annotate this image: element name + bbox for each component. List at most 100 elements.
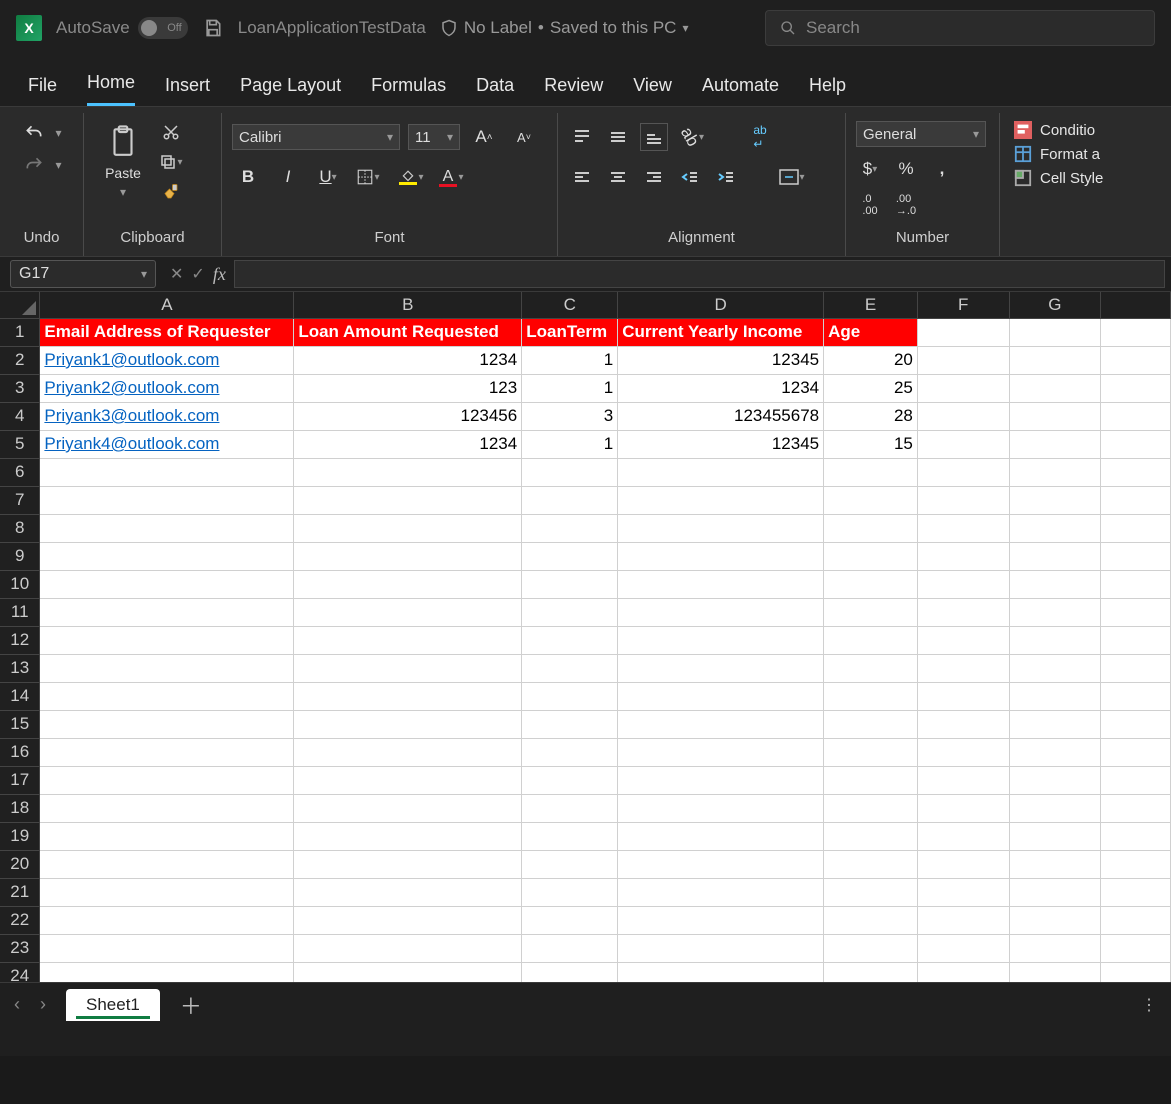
row-header-4[interactable]: 4 bbox=[0, 402, 40, 430]
cell-A21[interactable] bbox=[40, 878, 294, 906]
cell-C7[interactable] bbox=[522, 486, 618, 514]
cell-D13[interactable] bbox=[618, 654, 824, 682]
cell-A19[interactable] bbox=[40, 822, 294, 850]
align-left-button[interactable] bbox=[568, 163, 596, 191]
cell-C23[interactable] bbox=[522, 934, 618, 962]
cell-G7[interactable] bbox=[1009, 486, 1101, 514]
comma-format-button[interactable]: , bbox=[928, 155, 956, 183]
cell-D17[interactable] bbox=[618, 766, 824, 794]
percent-format-button[interactable]: % bbox=[892, 155, 920, 183]
name-box[interactable]: G17 ▾ bbox=[10, 260, 156, 288]
cell-A22[interactable] bbox=[40, 906, 294, 934]
cell-E10[interactable] bbox=[824, 570, 918, 598]
merge-center-button[interactable]: ▾ bbox=[776, 163, 808, 191]
cell-C14[interactable] bbox=[522, 682, 618, 710]
cell-B9[interactable] bbox=[294, 542, 522, 570]
cell-A15[interactable] bbox=[40, 710, 294, 738]
cell-C19[interactable] bbox=[522, 822, 618, 850]
cell-C5[interactable]: 1 bbox=[522, 430, 618, 458]
cell-B8[interactable] bbox=[294, 514, 522, 542]
cell-C17[interactable] bbox=[522, 766, 618, 794]
cell-B12[interactable] bbox=[294, 626, 522, 654]
cell-G14[interactable] bbox=[1009, 682, 1101, 710]
align-bottom-button[interactable] bbox=[640, 123, 668, 151]
cell-E1[interactable]: Age bbox=[824, 318, 918, 346]
cell-A5[interactable]: Priyank4@outlook.com bbox=[40, 430, 294, 458]
accounting-format-button[interactable]: $▾ bbox=[856, 155, 884, 183]
row-header-18[interactable]: 18 bbox=[0, 794, 40, 822]
autosave-control[interactable]: AutoSave Off bbox=[56, 17, 188, 39]
cell-F14[interactable] bbox=[917, 682, 1009, 710]
increase-decimal-button[interactable]: .0.00 bbox=[856, 191, 884, 219]
cell-B24[interactable] bbox=[294, 962, 522, 982]
cell-D2[interactable]: 12345 bbox=[618, 346, 824, 374]
cell-A10[interactable] bbox=[40, 570, 294, 598]
cell-D18[interactable] bbox=[618, 794, 824, 822]
fill-color-button[interactable]: ▾ bbox=[392, 163, 424, 191]
add-sheet-button[interactable]: ＋ bbox=[180, 989, 202, 1021]
col-header-F[interactable]: F bbox=[917, 292, 1009, 318]
cell-G11[interactable] bbox=[1009, 598, 1101, 626]
cell-C1[interactable]: LoanTerm bbox=[522, 318, 618, 346]
chevron-down-icon[interactable]: ▾ bbox=[682, 21, 688, 35]
cell-E11[interactable] bbox=[824, 598, 918, 626]
cell-H20[interactable] bbox=[1101, 850, 1171, 878]
align-top-button[interactable] bbox=[568, 123, 596, 151]
cell-G21[interactable] bbox=[1009, 878, 1101, 906]
cell-A17[interactable] bbox=[40, 766, 294, 794]
sheet-tab-active[interactable]: Sheet1 bbox=[66, 989, 160, 1021]
cell-H15[interactable] bbox=[1101, 710, 1171, 738]
cell-E21[interactable] bbox=[824, 878, 918, 906]
cell-G24[interactable] bbox=[1009, 962, 1101, 982]
cell-E4[interactable]: 28 bbox=[824, 402, 918, 430]
col-header-B[interactable]: B bbox=[294, 292, 522, 318]
cell-E22[interactable] bbox=[824, 906, 918, 934]
cell-G5[interactable] bbox=[1009, 430, 1101, 458]
row-header-3[interactable]: 3 bbox=[0, 374, 40, 402]
cell-D21[interactable] bbox=[618, 878, 824, 906]
cell-C22[interactable] bbox=[522, 906, 618, 934]
cell-C18[interactable] bbox=[522, 794, 618, 822]
cell-E2[interactable]: 20 bbox=[824, 346, 918, 374]
cell-A24[interactable] bbox=[40, 962, 294, 982]
cell-A8[interactable] bbox=[40, 514, 294, 542]
cell-G9[interactable] bbox=[1009, 542, 1101, 570]
cell-A7[interactable] bbox=[40, 486, 294, 514]
cell-E9[interactable] bbox=[824, 542, 918, 570]
cell-H24[interactable] bbox=[1101, 962, 1171, 982]
cell-D10[interactable] bbox=[618, 570, 824, 598]
cell-F21[interactable] bbox=[917, 878, 1009, 906]
cell-E12[interactable] bbox=[824, 626, 918, 654]
cell-E16[interactable] bbox=[824, 738, 918, 766]
col-header-extra[interactable] bbox=[1101, 292, 1171, 318]
cell-B15[interactable] bbox=[294, 710, 522, 738]
cell-G22[interactable] bbox=[1009, 906, 1101, 934]
cell-F22[interactable] bbox=[917, 906, 1009, 934]
row-header-12[interactable]: 12 bbox=[0, 626, 40, 654]
increase-indent-button[interactable] bbox=[712, 163, 740, 191]
cell-H13[interactable] bbox=[1101, 654, 1171, 682]
cell-D24[interactable] bbox=[618, 962, 824, 982]
cell-C16[interactable] bbox=[522, 738, 618, 766]
cell-D9[interactable] bbox=[618, 542, 824, 570]
row-header-19[interactable]: 19 bbox=[0, 822, 40, 850]
cell-styles-button[interactable]: Cell Style bbox=[1014, 169, 1157, 187]
number-format-select[interactable]: General▾ bbox=[856, 121, 986, 147]
cell-E6[interactable] bbox=[824, 458, 918, 486]
row-header-24[interactable]: 24 bbox=[0, 962, 40, 982]
cell-E18[interactable] bbox=[824, 794, 918, 822]
row-header-17[interactable]: 17 bbox=[0, 766, 40, 794]
cell-G15[interactable] bbox=[1009, 710, 1101, 738]
cell-F10[interactable] bbox=[917, 570, 1009, 598]
cell-E23[interactable] bbox=[824, 934, 918, 962]
search-box[interactable]: Search bbox=[765, 10, 1155, 46]
row-header-11[interactable]: 11 bbox=[0, 598, 40, 626]
cell-C6[interactable] bbox=[522, 458, 618, 486]
cell-A6[interactable] bbox=[40, 458, 294, 486]
cell-D11[interactable] bbox=[618, 598, 824, 626]
cell-E3[interactable]: 25 bbox=[824, 374, 918, 402]
cell-B14[interactable] bbox=[294, 682, 522, 710]
cancel-formula-icon[interactable]: ✕ bbox=[170, 264, 183, 285]
cell-B21[interactable] bbox=[294, 878, 522, 906]
cell-H22[interactable] bbox=[1101, 906, 1171, 934]
